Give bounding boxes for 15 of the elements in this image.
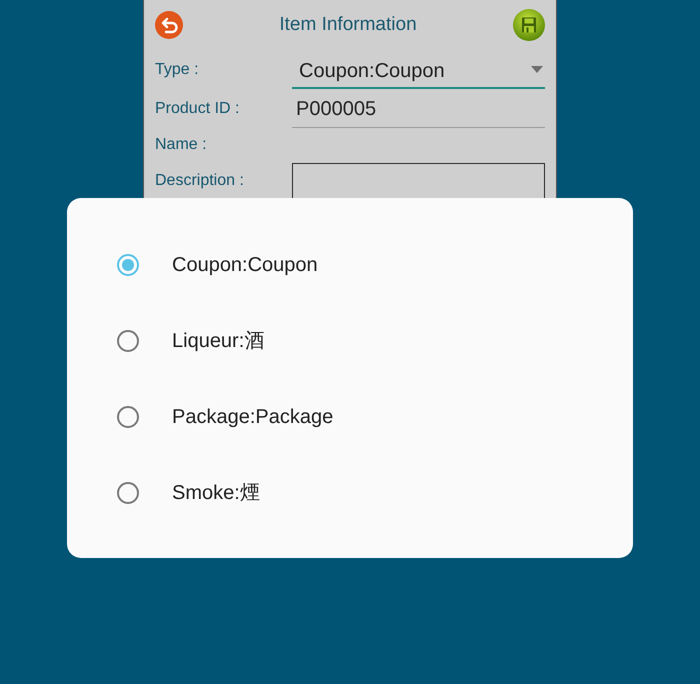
- type-dropdown[interactable]: Coupon:Coupon: [292, 50, 545, 88]
- product-id-field[interactable]: P000005: [292, 90, 545, 128]
- field-label: Name :: [155, 135, 208, 155]
- field-label: Description :: [155, 171, 245, 191]
- caret-icon: [531, 66, 543, 73]
- type-option[interactable]: Liqueur:酒: [67, 303, 633, 379]
- field-label: Product ID :: [155, 98, 240, 118]
- type-option[interactable]: Smoke:煙: [67, 455, 633, 531]
- window-title: Item Information: [279, 12, 417, 37]
- type-option[interactable]: Package:Package: [67, 379, 633, 455]
- save-button[interactable]: [513, 9, 545, 41]
- type-option[interactable]: Coupon:Coupon: [67, 227, 633, 303]
- floppy-disk-icon: [513, 9, 545, 41]
- field-label: Type :: [155, 60, 200, 80]
- back-button[interactable]: [155, 11, 183, 39]
